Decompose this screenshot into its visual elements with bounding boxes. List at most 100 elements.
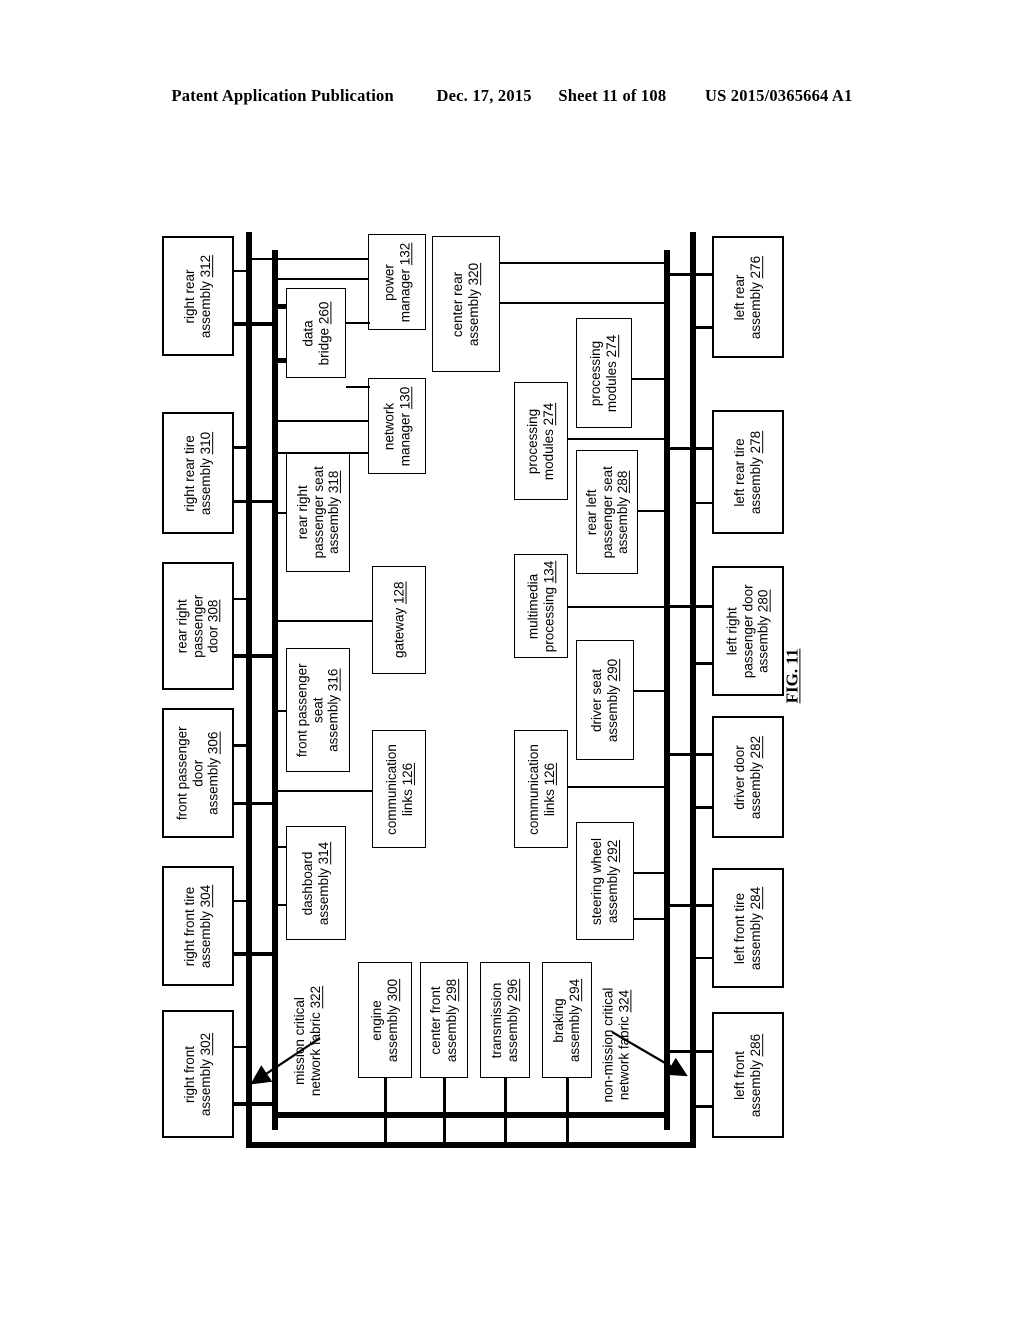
data-bridge-to-network-manager-link <box>346 386 370 389</box>
front-passenger-door-assembly-bus-stub-upper <box>234 744 252 747</box>
driver-door-assembly-label: driver door assembly 282 <box>732 735 764 819</box>
processing-modules-upper-bus-link <box>632 378 670 381</box>
non-mission-critical-fabric-bus-bottom <box>246 1142 696 1148</box>
driver-door-assembly-bus-stub-upper <box>664 752 712 756</box>
figure-11-diagram: right rear assembly 312 right rear tire ass… <box>0 0 1024 1320</box>
front-passenger-door-assembly-box: front passenger door assembly 306 <box>162 708 234 838</box>
center-rear-assembly-box: center rear assembly 320 <box>432 236 500 372</box>
engine-assembly-box: engine assembly 300 <box>358 962 412 1078</box>
right-front-tire-assembly-bus-stub-upper <box>234 899 252 903</box>
braking-assembly-bus-drop <box>566 1078 569 1148</box>
rear-left-passenger-seat-bus-link <box>638 510 670 513</box>
steering-wheel-assembly-label: steering wheel assembly 292 <box>589 837 621 925</box>
multimedia-processing-box: multimedia processing 134 <box>514 554 568 658</box>
mission-critical-fabric-leader-arrow <box>250 1037 321 1085</box>
steering-wheel-assembly-box: steering wheel assembly 292 <box>576 822 634 940</box>
data-bridge-label: data bridge 260 <box>300 301 332 365</box>
engine-assembly-label: engine assembly 300 <box>369 978 401 1062</box>
right-rear-tire-assembly-bus-stub-upper <box>234 446 252 449</box>
communication-links-left-bus-link <box>272 790 372 793</box>
multimedia-processing-label: multimedia processing 134 <box>525 560 557 652</box>
left-front-assembly-box: left front assembly 286 <box>712 1012 784 1138</box>
front-passenger-seat-assembly-box: front passenger seat assembly 316 <box>286 648 350 772</box>
right-rear-tire-assembly-bus-stub-lower <box>234 499 278 504</box>
left-rear-tire-assembly-bus-stub-lower <box>690 501 712 505</box>
non-mission-critical-fabric-bus-right <box>246 232 252 1148</box>
dashboard-bus-link-upper <box>272 846 286 849</box>
center-front-assembly-bus-drop <box>443 1078 446 1148</box>
right-rear-assembly-box: right rear assembly 312 <box>162 236 234 356</box>
rear-right-passenger-seat-bus-link <box>272 512 286 515</box>
rear-right-passenger-door-bus-stub-upper <box>234 597 252 601</box>
left-right-passenger-door-assembly-label: left right passenger door assembly 280 <box>724 584 771 678</box>
rear-right-passenger-door-label: rear right passenger door 308 <box>174 594 221 658</box>
front-passenger-seat-assembly-label: front passenger seat assembly 316 <box>294 663 341 757</box>
driver-seat-assembly-box: driver seat assembly 290 <box>576 640 634 760</box>
steering-wheel-bus-link-upper <box>634 872 670 875</box>
processing-modules-lower-label: processing modules 274 <box>525 402 557 480</box>
gateway-label: gateway 128 <box>391 581 407 659</box>
power-manager-box: power manager 132 <box>368 234 426 330</box>
network-manager-label: network manager 130 <box>381 386 413 466</box>
right-rear-assembly-bus-stub-lower <box>234 322 278 326</box>
driver-door-assembly-box: driver door assembly 282 <box>712 716 784 838</box>
dashboard-bus-link-lower <box>272 904 286 907</box>
non-mission-critical-fabric-bus-left <box>690 232 696 1148</box>
power-manager-bus-link-upper <box>246 258 368 261</box>
network-manager-box: network manager 130 <box>368 378 426 474</box>
right-rear-assembly-label: right rear assembly 312 <box>182 254 214 338</box>
center-front-assembly-label: center front assembly 298 <box>428 978 460 1062</box>
communication-links-right-box: communication links 126 <box>514 730 568 848</box>
rear-right-passenger-seat-assembly-label: rear right passenger seat assembly 318 <box>294 465 341 559</box>
right-front-tire-assembly-bus-stub-lower <box>234 952 278 956</box>
left-rear-tire-assembly-bus-stub-upper <box>664 447 712 451</box>
network-manager-bus-link-upper <box>272 420 368 423</box>
dashboard-assembly-box: dashboard assembly 314 <box>286 826 346 940</box>
center-rear-assembly-label: center rear assembly 320 <box>450 262 482 346</box>
rear-right-passenger-door-box: rear right passenger door 308 <box>162 562 234 690</box>
non-mission-critical-fabric-leader-arrow <box>611 1031 688 1077</box>
rear-left-passenger-seat-assembly-label: rear left passenger seat assembly 288 <box>583 465 630 559</box>
front-passenger-seat-bus-link <box>272 710 286 713</box>
left-rear-tire-assembly-label: left rear tire assembly 278 <box>732 430 764 514</box>
steering-wheel-bus-link-lower <box>634 918 670 921</box>
multimedia-processing-bus-link <box>568 606 670 609</box>
left-front-tire-assembly-bus-stub-upper <box>664 904 712 907</box>
processing-modules-lower-box: processing modules 274 <box>514 382 568 500</box>
left-front-assembly-label: left front assembly 286 <box>732 1033 764 1117</box>
rear-right-passenger-seat-assembly-box: rear right passenger seat assembly 318 <box>286 452 350 572</box>
right-front-assembly-bus-stub-lower <box>234 1102 278 1106</box>
left-front-tire-assembly-box: left front tire assembly 284 <box>712 868 784 988</box>
transmission-assembly-bus-drop <box>504 1078 507 1148</box>
processing-modules-upper-box: processing modules 274 <box>576 318 632 428</box>
communication-links-left-label: communication links 126 <box>383 743 415 835</box>
center-front-assembly-box: center front assembly 298 <box>420 962 468 1078</box>
left-rear-assembly-bus-stub-lower <box>690 326 712 329</box>
center-rear-assembly-bus-link-upper <box>500 262 670 265</box>
gateway-bus-link <box>272 620 372 623</box>
driver-seat-bus-link <box>634 690 670 693</box>
gateway-box: gateway 128 <box>372 566 426 674</box>
power-manager-label: power manager 132 <box>381 242 413 322</box>
processing-modules-lower-bus-link <box>568 438 670 441</box>
center-rear-assembly-bus-link-lower <box>500 302 670 305</box>
front-passenger-door-assembly-bus-stub-lower <box>234 801 278 805</box>
rear-left-passenger-seat-assembly-box: rear left passenger seat assembly 288 <box>576 450 638 574</box>
left-rear-assembly-bus-stub-upper <box>664 272 712 276</box>
left-right-passenger-door-assembly-bus-stub-lower <box>690 662 712 665</box>
right-rear-assembly-bus-stub-upper <box>234 269 252 273</box>
driver-seat-assembly-label: driver seat assembly 290 <box>589 658 621 742</box>
communication-links-left-box: communication links 126 <box>372 730 426 848</box>
transmission-assembly-label: transmission assembly 296 <box>489 978 521 1062</box>
left-rear-assembly-label: left rear assembly 276 <box>732 255 764 339</box>
right-rear-tire-assembly-label: right rear tire assembly 310 <box>182 431 214 515</box>
power-manager-bus-link-lower <box>272 278 368 281</box>
front-passenger-door-assembly-label: front passenger door assembly 306 <box>174 726 221 820</box>
rear-right-passenger-door-bus-stub-lower <box>234 654 278 658</box>
communication-links-right-label: communication links 126 <box>525 743 557 835</box>
data-bridge-box: data bridge 260 <box>286 288 346 378</box>
network-manager-bus-link-lower <box>272 452 368 455</box>
communication-links-right-bus-link <box>568 786 670 789</box>
left-front-assembly-bus-stub-lower <box>690 1105 712 1108</box>
braking-assembly-box: braking assembly 294 <box>542 962 592 1078</box>
